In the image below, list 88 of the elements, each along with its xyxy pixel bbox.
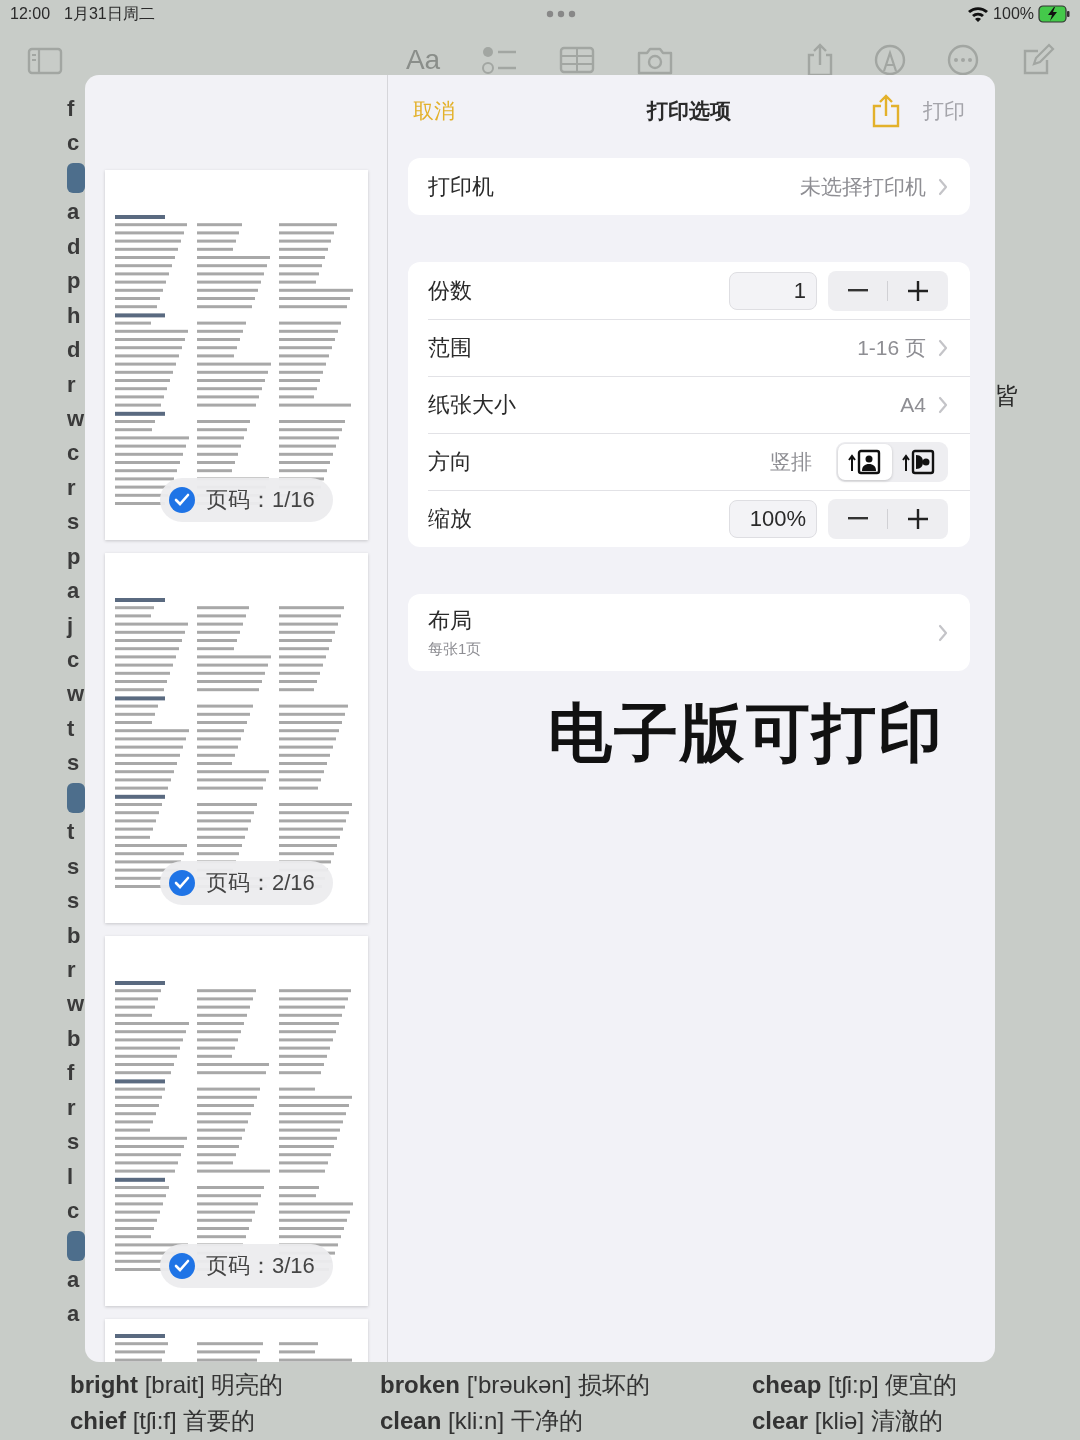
- setting-subtitle: 每张1页: [428, 640, 483, 659]
- note-text: w: [67, 990, 85, 1019]
- landscape-person-icon: [902, 448, 936, 475]
- setting-label: 份数: [428, 276, 473, 305]
- note-text: 皆: [995, 381, 1019, 411]
- setting-label: 布局: [428, 607, 473, 635]
- number-field[interactable]: 100%: [729, 499, 817, 538]
- share-icon: [871, 94, 901, 128]
- note-text: a: [67, 198, 80, 227]
- share-button[interactable]: [871, 94, 901, 128]
- page-number-label: 页码：1/16: [206, 486, 315, 514]
- status-time: 12:00: [10, 5, 51, 23]
- page-preview[interactable]: 页码：2/16: [105, 553, 368, 923]
- note-tag: [67, 163, 85, 194]
- vocab-entry: clear [kliə] 清澈的: [752, 1406, 944, 1436]
- plus-icon: [907, 508, 928, 529]
- note-text: s: [67, 749, 80, 778]
- number-field[interactable]: 1: [729, 271, 817, 310]
- vocab-entry: bright [brait] 明亮的: [70, 1370, 285, 1400]
- note-text: f: [67, 95, 75, 123]
- page-number-label: 页码：3/16: [206, 1252, 315, 1280]
- note-text: r: [67, 473, 76, 502]
- note-text: c: [67, 129, 80, 158]
- note-text: p: [67, 542, 81, 571]
- note-text: f: [67, 1059, 75, 1088]
- vocab-entry: chief [tʃi:f] 首要的: [70, 1406, 257, 1436]
- note-text: r: [67, 370, 76, 399]
- page-number-label: 页码：2/16: [206, 869, 315, 897]
- chevron-icon: [938, 338, 948, 357]
- note-text: l: [67, 1162, 74, 1191]
- note-text: s: [67, 508, 80, 537]
- status-date: 1月31日周二: [64, 3, 155, 24]
- chevron-icon: [938, 395, 948, 414]
- note-text: r: [67, 955, 76, 984]
- setting-value[interactable]: A4: [900, 392, 926, 417]
- note-text: w: [67, 680, 85, 709]
- vocab-entry: broken ['brəukən] 损坏的: [380, 1370, 651, 1400]
- note-text: t: [67, 818, 75, 847]
- page-preview[interactable]: 页码：1/16: [105, 170, 368, 540]
- plus-icon: [907, 280, 928, 301]
- note-text: s: [67, 887, 80, 916]
- setting-label: 范围: [428, 333, 473, 362]
- note-text: s: [67, 1128, 80, 1157]
- minus-icon: [847, 517, 868, 520]
- note-text: c: [67, 1197, 80, 1225]
- note-text: c: [67, 646, 80, 674]
- note-text: p: [67, 267, 81, 296]
- minus-icon: [847, 289, 868, 292]
- note-text: b: [67, 921, 81, 950]
- note-text: a: [67, 1300, 80, 1329]
- battery-percent: 100%: [993, 5, 1034, 23]
- vocab-entry: clean [kli:n] 干净的: [380, 1406, 584, 1436]
- overlay-caption: 电子版可打印: [548, 696, 944, 771]
- printer-value[interactable]: 未选择打印机: [800, 172, 926, 201]
- setting-label: 纸张大小: [428, 390, 517, 419]
- note-text: j: [67, 611, 74, 640]
- setting-value: 竖排: [770, 448, 812, 475]
- note-text: t: [67, 714, 75, 743]
- note-text: b: [67, 1024, 81, 1053]
- wifi-icon: [967, 6, 990, 22]
- note-tag: [67, 1230, 85, 1261]
- checkmark-icon[interactable]: [168, 869, 196, 897]
- page-preview[interactable]: 页码：3/16: [105, 936, 368, 1306]
- note-text: h: [67, 301, 81, 330]
- chevron-icon: [938, 623, 948, 642]
- orientation-segment[interactable]: [838, 443, 892, 480]
- portrait-person-icon: [848, 448, 882, 475]
- chevron-icon: [938, 177, 948, 196]
- note-text: c: [67, 439, 80, 468]
- setting-label: 缩放: [428, 504, 473, 533]
- note-text: d: [67, 232, 81, 261]
- setting-label: 方向: [428, 447, 473, 476]
- note-text: d: [67, 336, 81, 365]
- note-text: w: [67, 404, 85, 433]
- vocab-entry: cheap [tʃi:p] 便宜的: [752, 1370, 959, 1400]
- more-dots-icon: [545, 10, 576, 18]
- setting-label: 打印机: [428, 172, 495, 201]
- dialog-title: 打印选项: [647, 99, 731, 122]
- note-tag: [67, 782, 85, 813]
- cancel-button[interactable]: 取消: [408, 97, 455, 125]
- note-text: a: [67, 1265, 80, 1294]
- note-text: r: [67, 1093, 76, 1122]
- note-text: s: [67, 852, 80, 881]
- note-text: a: [67, 577, 80, 606]
- checkmark-icon[interactable]: [168, 1252, 196, 1280]
- format-button[interactable]: Aa: [403, 44, 443, 76]
- setting-value[interactable]: 1-16 页: [857, 333, 926, 362]
- checkmark-icon[interactable]: [168, 486, 196, 514]
